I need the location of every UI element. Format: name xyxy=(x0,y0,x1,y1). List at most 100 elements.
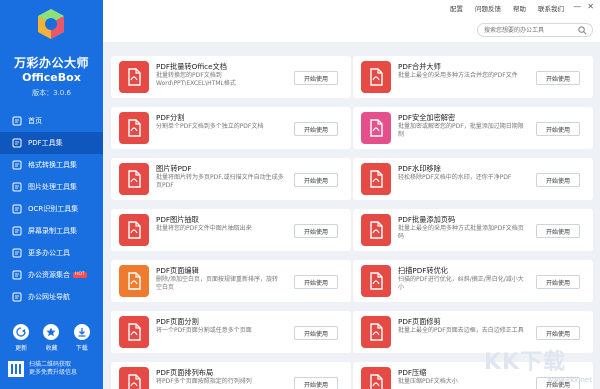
start-button[interactable]: 开始使用 xyxy=(536,122,580,136)
tool-card[interactable]: PDF水印移除 轻松移除PDF文档中的水印，还你干净PDF 开始使用 xyxy=(353,158,593,200)
tool-card[interactable]: 图片转PDF 批量将图片转为多页PDF,或扫描文件自动生成多页PDF 开始使用 xyxy=(111,158,351,200)
watermark-text: KK下载 xyxy=(484,350,567,375)
image-to-pdf-icon xyxy=(119,163,149,195)
home-icon xyxy=(12,116,22,126)
close-icon[interactable]: ✕ xyxy=(587,2,594,11)
window-controls: — ✕ xyxy=(573,2,594,11)
start-button[interactable]: 开始使用 xyxy=(294,377,338,389)
config-link[interactable]: 配置 xyxy=(450,3,463,13)
tool-description: 将一个PDF页面分割或任意多个页面 xyxy=(156,327,252,334)
officebox-logo-icon xyxy=(38,9,64,39)
pdf-page-split-icon xyxy=(119,316,149,348)
tool-card[interactable]: PDF安全加密解密 批量加密或解密您的PDF，批量添加过期日期限制 开始使用 xyxy=(353,107,593,149)
sidebar-item-0[interactable]: 首页 xyxy=(0,110,103,132)
tool-description: 批量加密或解密您的PDF，批量添加过期日期限制 xyxy=(398,123,524,138)
favorite-button[interactable]: 收藏 xyxy=(43,324,60,352)
start-button[interactable]: 开始使用 xyxy=(294,122,338,136)
sidebar-item-3[interactable]: 图片处理工具集 xyxy=(0,176,103,198)
ocr-icon xyxy=(12,204,22,214)
tool-title: PDF合并大师 xyxy=(398,62,441,71)
sidebar-item-2[interactable]: 格式转换工具集 xyxy=(0,154,103,176)
more-tools-icon xyxy=(12,248,22,258)
tool-description: 批量上最全的采用多种方法合并您的PDF文件 xyxy=(398,72,518,79)
pdf-page-number-icon xyxy=(361,214,391,246)
version-label: 版本：3.0.6 xyxy=(32,89,71,97)
sidebar-item-1[interactable]: PDF工具集 xyxy=(0,132,103,154)
update-icon xyxy=(13,324,30,340)
tool-title: PDF压缩 xyxy=(398,368,427,377)
start-button[interactable]: 开始使用 xyxy=(536,71,580,85)
sidebar-item-label: 首页 xyxy=(28,117,42,125)
sidebar-item-label: 更多办公工具 xyxy=(28,249,70,257)
qr-text-line1: 扫描二维码获取 xyxy=(29,361,72,368)
pdf-layout-icon xyxy=(119,367,149,389)
tool-card[interactable]: PDF分割 分割单个PDF文档到多个独立的PDF文档 开始使用 xyxy=(111,107,351,149)
sidebar-item-4[interactable]: OCR识别工具集 xyxy=(0,198,103,220)
sidebar-item-label: 办公网址导航 xyxy=(28,293,70,301)
sidebar-item-label: 图片处理工具集 xyxy=(28,183,77,191)
watermark-url: www.kkx.net xyxy=(547,376,592,384)
start-button[interactable]: 开始使用 xyxy=(294,326,338,340)
start-button[interactable]: 开始使用 xyxy=(536,173,580,187)
search-box xyxy=(477,23,593,37)
sidebar-item-6[interactable]: 更多办公工具 xyxy=(0,242,103,264)
pdf-page-crop-icon xyxy=(361,316,391,348)
start-button[interactable]: 开始使用 xyxy=(294,71,338,85)
tool-description: 批量上最全的PDF页面去边框，去白边修正工具 xyxy=(398,327,524,334)
tool-card[interactable]: PDF合并大师 批量上最全的采用多种方法合并您的PDF文件 开始使用 xyxy=(353,56,593,98)
tool-title: PDF页面分割 xyxy=(156,317,199,326)
start-button[interactable]: 开始使用 xyxy=(294,275,338,289)
tool-card[interactable]: PDF页面分割 将一个PDF页面分割或任意多个页面 开始使用 xyxy=(111,311,351,353)
top-links: 配置 问题反馈 帮助 联系我们 xyxy=(450,3,564,13)
kk-watermark: KK下载 www.kkx.net xyxy=(484,338,596,388)
tool-description: 批量将图片转为多页PDF,或扫描文件自动生成多页PDF xyxy=(156,174,284,189)
brand-name: 万彩办公大师 xyxy=(13,56,89,70)
sidebar-item-7[interactable]: 办公资源集合 HOT xyxy=(0,264,103,286)
favorite-label: 收藏 xyxy=(45,345,58,352)
tool-card[interactable]: PDF批量添加页码 批量上最全的采用多种方式批量添加PDF文档页码 开始使用 xyxy=(353,209,593,251)
download-button[interactable]: 下载 xyxy=(73,324,90,352)
top-bar: 配置 问题反馈 帮助 联系我们 — ✕ xyxy=(103,0,600,42)
sidebar-item-8[interactable]: 办公网址导航 xyxy=(0,286,103,308)
image-icon xyxy=(12,182,22,192)
start-button[interactable]: 开始使用 xyxy=(294,224,338,238)
tool-card[interactable]: PDF页面排列布局 将PDF多个页面按照指定的行列排列 开始使用 xyxy=(111,362,351,389)
tool-title: PDF页面排列布局 xyxy=(156,368,214,377)
start-button[interactable]: 开始使用 xyxy=(536,224,580,238)
tool-card[interactable]: PDF页面编辑 删除/添加空白页，页面按规律重新排序，旋转空白页 开始使用 xyxy=(111,260,351,302)
tool-card[interactable]: PDF批量转Office文档 批量转换您的PDF文档到Word\PPT\EXCEL… xyxy=(111,56,351,98)
tool-title: PDF页面编辑 xyxy=(156,266,199,275)
tool-description: 扫描的PDF进行优化，纠斜/摘正/黑白化/减小大小 xyxy=(398,276,524,291)
start-button[interactable]: 开始使用 xyxy=(294,173,338,187)
brand-name-en: OfficeBox xyxy=(22,71,81,84)
tool-description: 批量将您的PDF文件中图片抽取出来 xyxy=(156,225,252,232)
qr-promo: 扫描二维码获取 更多免费升级信息 xyxy=(8,356,96,382)
star-icon xyxy=(43,324,60,340)
tool-description: 分割单个PDF文档到多个独立的PDF文档 xyxy=(156,123,264,130)
pdf-to-office-icon xyxy=(119,61,149,93)
minimize-icon[interactable]: — xyxy=(573,2,581,11)
tool-description: 批量上最全的采用多种方式批量添加PDF文档页码 xyxy=(398,225,524,240)
contact-link[interactable]: 联系我们 xyxy=(538,3,564,13)
search-input[interactable] xyxy=(478,24,574,36)
sidebar-item-label: 屏幕录制工具集 xyxy=(28,227,77,235)
qr-text-line2: 更多免费升级信息 xyxy=(29,369,78,376)
tool-card[interactable]: 扫描PDF转优化 扫描的PDF进行优化，纠斜/摘正/黑白化/减小大小 开始使用 xyxy=(353,260,593,302)
sidebar-item-label: 办公资源集合 xyxy=(28,271,70,279)
update-button[interactable]: 更新 xyxy=(13,324,30,352)
search-icon[interactable] xyxy=(578,26,587,35)
convert-icon xyxy=(12,160,22,170)
pdf-page-edit-icon xyxy=(119,265,149,297)
scan-optimize-icon xyxy=(361,265,391,297)
help-link[interactable]: 帮助 xyxy=(513,3,526,13)
pdf-image-extract-icon xyxy=(119,214,149,246)
tool-description: 将PDF多个页面按照指定的行列排列 xyxy=(156,378,252,385)
start-button[interactable]: 开始使用 xyxy=(536,275,580,289)
feedback-link[interactable]: 问题反馈 xyxy=(475,3,501,13)
pdf-merge-icon xyxy=(361,61,391,93)
tool-card[interactable]: PDF图片抽取 批量将您的PDF文件中图片抽取出来 开始使用 xyxy=(111,209,351,251)
pdf-watermark-remove-icon xyxy=(361,163,391,195)
download-label: 下载 xyxy=(75,345,88,352)
sidebar-item-5[interactable]: 屏幕录制工具集 xyxy=(0,220,103,242)
tool-description: 批量转换您的PDF文档到Word\PPT\EXCEL\HTML格式 xyxy=(156,72,236,87)
